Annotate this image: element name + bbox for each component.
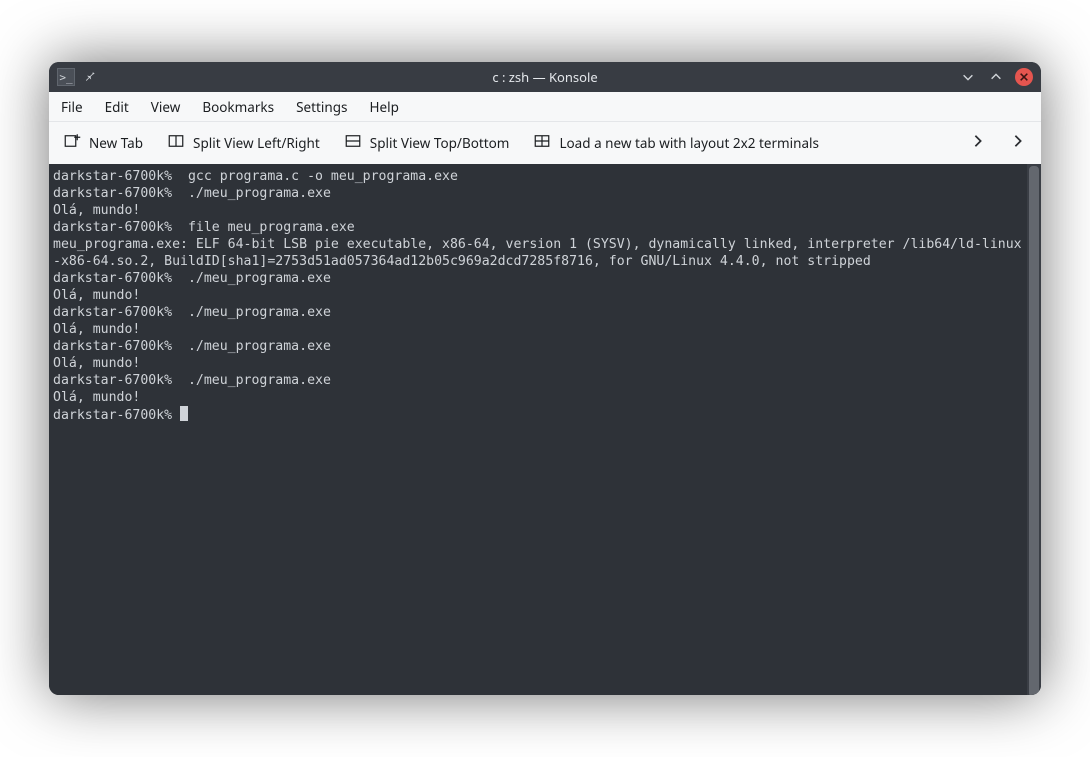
scrollbar[interactable] bbox=[1027, 164, 1041, 695]
menu-edit[interactable]: Edit bbox=[105, 98, 129, 116]
toolbar-overflow bbox=[971, 134, 1029, 152]
split-tb-icon bbox=[344, 132, 362, 154]
minimize-button[interactable] bbox=[959, 68, 977, 86]
titlebar-left: >_ bbox=[49, 68, 97, 86]
menubar: File Edit View Bookmarks Settings Help bbox=[49, 92, 1041, 122]
new-tab-button[interactable]: New Tab bbox=[61, 128, 145, 158]
menu-bookmarks[interactable]: Bookmarks bbox=[202, 98, 274, 116]
load-layout-button[interactable]: Load a new tab with layout 2x2 terminals bbox=[531, 128, 821, 158]
menu-help[interactable]: Help bbox=[369, 98, 398, 116]
window-title: c : zsh — Konsole bbox=[49, 68, 1041, 86]
cursor bbox=[180, 406, 188, 421]
split-top-bottom-button[interactable]: Split View Top/Bottom bbox=[342, 128, 512, 158]
split-lr-label: Split View Left/Right bbox=[193, 134, 320, 152]
close-button[interactable] bbox=[1015, 68, 1033, 86]
toolbar: New Tab Split View Left/Right Split View… bbox=[49, 122, 1041, 164]
grid-layout-icon bbox=[533, 132, 551, 154]
terminal[interactable]: darkstar-6700k% gcc programa.c -o meu_pr… bbox=[49, 164, 1027, 695]
new-tab-label: New Tab bbox=[89, 134, 143, 152]
pin-icon[interactable] bbox=[83, 68, 97, 86]
scrollbar-thumb[interactable] bbox=[1029, 166, 1039, 695]
new-tab-icon bbox=[63, 132, 81, 154]
maximize-button[interactable] bbox=[987, 68, 1005, 86]
terminal-area: darkstar-6700k% gcc programa.c -o meu_pr… bbox=[49, 164, 1041, 695]
split-lr-icon bbox=[167, 132, 185, 154]
menu-file[interactable]: File bbox=[61, 98, 83, 116]
app-icon[interactable]: >_ bbox=[57, 68, 75, 86]
menu-view[interactable]: View bbox=[151, 98, 181, 116]
chevron-right-icon[interactable] bbox=[1011, 134, 1025, 152]
split-tb-label: Split View Top/Bottom bbox=[370, 134, 510, 152]
konsole-window: >_ c : zsh — Konsole File Edit View Book… bbox=[49, 62, 1041, 695]
titlebar-controls bbox=[959, 68, 1041, 86]
load-layout-label: Load a new tab with layout 2x2 terminals bbox=[559, 134, 819, 152]
titlebar[interactable]: >_ c : zsh — Konsole bbox=[49, 62, 1041, 92]
chevron-right-icon[interactable] bbox=[971, 134, 985, 152]
menu-settings[interactable]: Settings bbox=[296, 98, 347, 116]
split-left-right-button[interactable]: Split View Left/Right bbox=[165, 128, 322, 158]
